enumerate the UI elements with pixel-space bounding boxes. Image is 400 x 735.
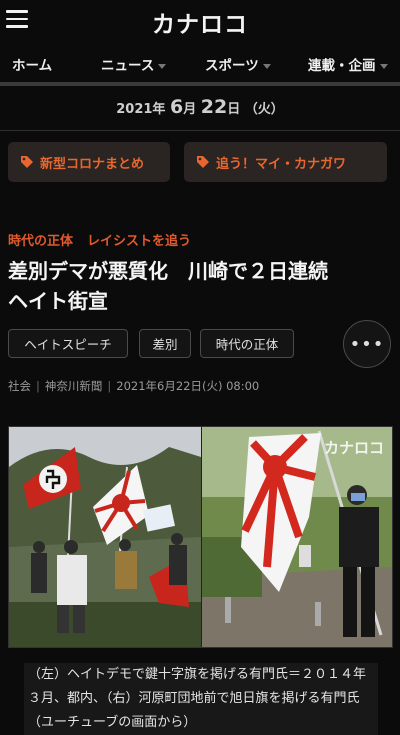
nav-item-sports[interactable]: スポーツ <box>205 54 271 74</box>
series-link[interactable]: レイシストを追う <box>87 234 191 249</box>
tag-jidai-no-shotai[interactable]: 時代の正体 <box>200 329 294 358</box>
article-photo: カナロコ <box>8 426 393 648</box>
topic-covid[interactable]: 新型コロナまとめ <box>8 142 170 182</box>
nav-item-series[interactable]: 連載・企画 <box>308 54 388 74</box>
current-date: 2021年 6月 22日 （火） <box>116 96 284 118</box>
tag-icon <box>21 156 33 168</box>
site-logo[interactable]: カナロコ <box>0 5 400 39</box>
chevron-down-icon <box>379 63 388 69</box>
article-meta: 社会 | 神奈川新聞 | 2021年6月22日(火) 08:00 <box>8 379 260 393</box>
nav-item-news[interactable]: ニュース <box>101 54 167 74</box>
main-nav: ホーム ニュース スポーツ 連載・企画 <box>0 48 400 80</box>
tag-hate-speech[interactable]: ヘイトスピーチ <box>8 329 128 358</box>
series-breadcrumb: 時代の正体 レイシストを追う <box>8 230 191 249</box>
chevron-down-icon <box>262 63 271 69</box>
topic-my-kanagawa[interactable]: 追う！マイ・カナガワ <box>184 142 387 182</box>
photo-caption: （左）ヘイトデモで鍵十字旗を掲げる有門氏＝２０１４年３月、都内、（右）河原町団地… <box>24 663 378 735</box>
nav-divider <box>0 82 400 86</box>
photo-watermark: カナロコ <box>323 439 384 457</box>
chevron-down-icon <box>158 63 167 69</box>
article-title: 差別デマが悪質化 川崎で２日連続 ヘイト街宣 <box>8 259 328 313</box>
series-link[interactable]: 時代の正体 <box>8 234 73 249</box>
tag-discrimination[interactable]: 差別 <box>139 329 191 358</box>
nav-item-home[interactable]: ホーム <box>12 54 52 74</box>
more-options-button[interactable]: ••• <box>343 320 391 368</box>
date-divider <box>0 130 400 131</box>
tag-icon <box>197 156 209 168</box>
top-bar: カナロコ <box>0 0 400 40</box>
